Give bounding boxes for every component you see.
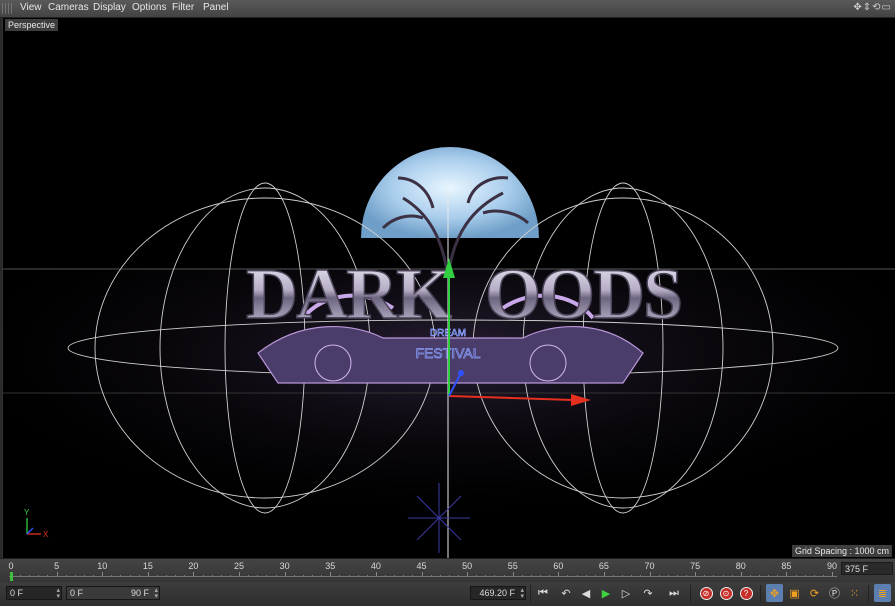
record-point-level-icon[interactable]: ⁙: [846, 584, 863, 602]
timeline-tick-label: 5: [54, 561, 60, 571]
move-view-icon[interactable]: ✥: [853, 2, 861, 13]
timeline-menu-icon[interactable]: ≣: [874, 584, 891, 602]
timeline-tick-label: 80: [735, 561, 746, 571]
maximize-view-icon[interactable]: ▭: [882, 2, 891, 13]
scene-render: DARK OODS DREAM FESTIVAL Y X: [3, 146, 895, 558]
timeline-tick-label: 30: [279, 561, 290, 571]
range-end-value: 90 F: [130, 588, 149, 598]
timeline-end-frame-field[interactable]: 375 F: [841, 562, 893, 575]
panel-grip-icon[interactable]: [2, 3, 12, 14]
timeline-tick-label: 90: [826, 561, 838, 571]
timeline-tick-label: 25: [234, 561, 245, 571]
timeline-tick-label: 65: [598, 561, 609, 571]
spinner-icon[interactable]: ▴ ▾: [520, 587, 524, 600]
viewport-camera-label[interactable]: Perspective: [5, 19, 59, 31]
timeline-ruler[interactable]: 0 5 10 15 20 25 30 35 40 45 50 55 60 65 70 75 80 85 90 375…: [0, 558, 895, 582]
rotate-view-icon[interactable]: ⟲: [872, 2, 880, 13]
transport-bar: 0 F ▴ ▾ 0 F 90 F ▴ ▾ 469.20 F ▴ ▾ ⏮ ↶ ◀ ▶ ▷…: [0, 582, 895, 606]
record-icon: ⊘: [699, 586, 713, 600]
go-to-end-icon[interactable]: ⏭: [666, 585, 682, 601]
record-parameter-icon[interactable]: Ⓟ: [826, 584, 843, 602]
menu-panel[interactable]: Panel: [203, 2, 229, 13]
toolbar-separator: [530, 585, 531, 602]
spinner-icon[interactable]: ▴ ▾: [56, 587, 60, 600]
timeline-tick-label: 40: [370, 561, 381, 571]
range-start-value: 0 F: [70, 588, 84, 598]
menu-options[interactable]: Options: [132, 2, 166, 13]
timeline-tick-label: 10: [97, 561, 108, 571]
timeline-tick-label: 20: [188, 561, 199, 571]
autokey-icon: ⊙: [719, 586, 733, 600]
preview-range-slider[interactable]: 0 F 90 F ▴ ▾: [66, 586, 160, 600]
record-scale-icon[interactable]: ▣: [786, 584, 803, 602]
timeline-tick-label: 15: [142, 561, 153, 571]
record-rotation-icon[interactable]: ⟳: [806, 584, 823, 602]
timeline-tick-label: 0: [8, 561, 14, 571]
go-to-prev-key-icon[interactable]: ↶: [558, 585, 574, 601]
viewport-menu-bar: View Cameras Display Options Filter Pane…: [0, 0, 895, 18]
spinner-icon[interactable]: ▴ ▾: [154, 587, 158, 600]
record-position-icon[interactable]: ✥: [766, 584, 783, 602]
frame-value-text: 469.20 F: [479, 588, 515, 598]
menu-cameras[interactable]: Cameras: [48, 2, 89, 13]
record-keys-button[interactable]: ⊘: [698, 585, 714, 601]
grid-spacing-readout: Grid Spacing : 1000 cm: [791, 545, 892, 557]
play-icon[interactable]: ▶: [598, 585, 614, 601]
go-to-next-key-icon[interactable]: ↷: [640, 585, 656, 601]
toolbar-separator: [760, 585, 761, 602]
dolly-view-icon[interactable]: ⇕: [863, 2, 871, 13]
timeline-tick-label: 35: [325, 561, 336, 571]
toolbar-separator: [690, 585, 691, 602]
perspective-viewport[interactable]: DARK OODS DREAM FESTIVAL Y X: [2, 18, 895, 558]
frame-value-field[interactable]: 469.20 F ▴ ▾: [470, 586, 526, 600]
current-frame-value: 0 F: [10, 588, 24, 598]
timeline-tick-label: 60: [553, 561, 564, 571]
current-frame-field[interactable]: 0 F ▴ ▾: [6, 586, 62, 600]
menu-view[interactable]: View: [20, 2, 42, 13]
step-forward-icon[interactable]: ▷: [618, 585, 634, 601]
timeline-playhead[interactable]: [10, 572, 13, 581]
help-icon: ?: [739, 586, 753, 600]
timeline-ruler-line: [9, 576, 837, 577]
axis-x-label: X: [43, 530, 49, 539]
menu-display[interactable]: Display: [93, 2, 126, 13]
logo-word-dark: DARK: [246, 254, 452, 334]
menu-filter[interactable]: Filter: [172, 2, 194, 13]
logo-word-oods: OODS: [485, 254, 681, 334]
timeline-tick-label: 70: [644, 561, 655, 571]
timeline-tick-label: 45: [416, 561, 427, 571]
gizmo-z-handle-icon[interactable]: [458, 370, 464, 376]
keyframe-selection-button[interactable]: ?: [738, 585, 754, 601]
step-back-icon[interactable]: ◀: [578, 585, 594, 601]
autokey-button[interactable]: ⊙: [718, 585, 734, 601]
timeline-tick-label: 55: [507, 561, 518, 571]
timeline-tick-label: 75: [690, 561, 701, 571]
axis-y-label: Y: [24, 508, 30, 517]
go-to-start-icon[interactable]: ⏮: [535, 585, 551, 601]
timeline-tick-label: 50: [462, 561, 473, 571]
timeline-tick-label: 85: [781, 561, 792, 571]
toolbar-separator: [868, 585, 869, 602]
